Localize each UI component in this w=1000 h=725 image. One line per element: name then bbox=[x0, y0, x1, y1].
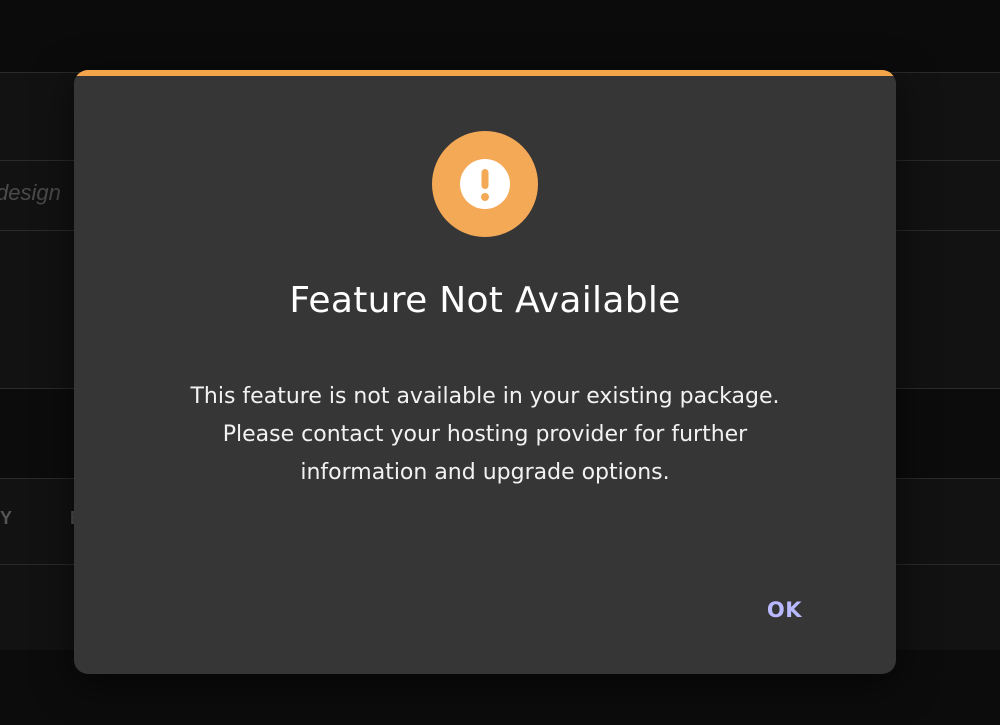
dialog-message-line: Please contact your hosting provider for… bbox=[222, 422, 748, 447]
dialog-message-line: information and upgrade options. bbox=[300, 460, 670, 485]
app-screen: design Y E Feature Not Available This fe… bbox=[0, 0, 1000, 725]
background-input-text: design bbox=[0, 180, 61, 205]
feature-unavailable-dialog: Feature Not Available This feature is no… bbox=[74, 70, 896, 674]
dialog-message-line: This feature is not available in your ex… bbox=[190, 384, 780, 409]
dialog-title: Feature Not Available bbox=[289, 280, 681, 321]
dialog-message: This feature is not available in your ex… bbox=[164, 378, 806, 492]
background-header bbox=[0, 0, 1000, 73]
warning-exclamation-icon bbox=[432, 131, 538, 237]
dialog-accent-bar bbox=[74, 70, 896, 76]
ok-button[interactable]: OK bbox=[753, 592, 816, 628]
background-column-header: Y bbox=[0, 508, 13, 528]
